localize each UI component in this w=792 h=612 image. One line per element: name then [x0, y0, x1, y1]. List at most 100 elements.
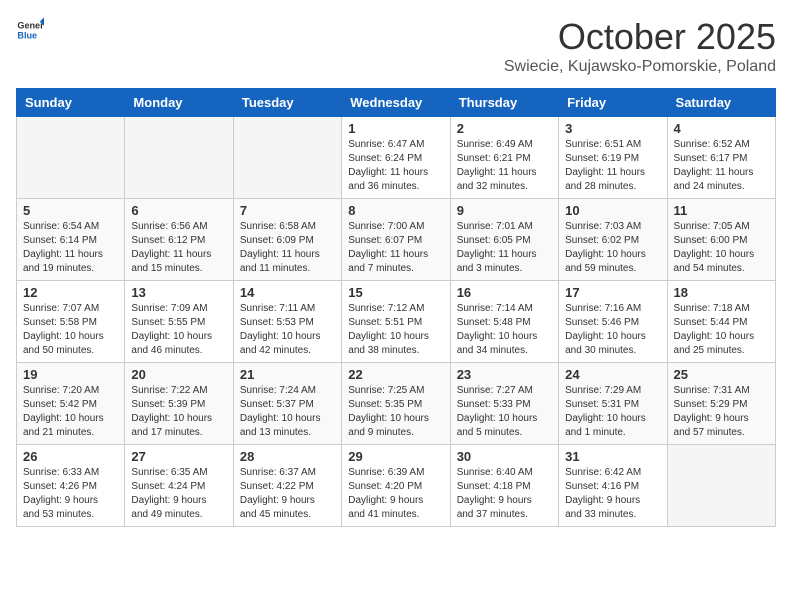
day-number: 2 [457, 121, 552, 136]
calendar-cell: 28 Sunrise: 6:37 AM Sunset: 4:22 PM Dayli… [233, 445, 341, 527]
week-row-3: 19Sunrise: 7:20 AM Sunset: 5:42 PM Dayli… [17, 363, 776, 445]
day-header-thursday: Thursday [450, 89, 558, 117]
day-detail: Sunrise: 7:03 AM Sunset: 6:02 PM Dayligh… [565, 220, 660, 276]
day-number: 30 [457, 449, 552, 464]
calendar-cell: 1 Sunrise: 6:47 AM Sunset: 6:24 PM Daylig… [342, 117, 450, 199]
day-detail: Sunrise: 7:29 AM Sunset: 5:31 PM Dayligh… [565, 384, 660, 440]
day-number: 11 [674, 203, 769, 218]
day-number: 15 [348, 285, 443, 300]
day-detail: Sunrise: 6:49 AM Sunset: 6:21 PM Dayligh… [457, 138, 552, 194]
calendar-cell: 8 Sunrise: 7:00 AM Sunset: 6:07 PM Daylig… [342, 199, 450, 281]
day-number: 20 [131, 367, 226, 382]
day-number: 31 [565, 449, 660, 464]
header: General Blue October 2025 Swiecie, Kujaw… [16, 16, 776, 76]
calendar-cell: 19Sunrise: 7:20 AM Sunset: 5:42 PM Dayli… [17, 363, 125, 445]
day-detail: Sunrise: 7:24 AM Sunset: 5:37 PM Dayligh… [240, 384, 335, 440]
calendar-cell: 4 Sunrise: 6:52 AM Sunset: 6:17 PM Daylig… [667, 117, 775, 199]
day-detail: Sunrise: 7:16 AM Sunset: 5:46 PM Dayligh… [565, 302, 660, 358]
day-number: 7 [240, 203, 335, 218]
day-detail: Sunrise: 7:00 AM Sunset: 6:07 PM Dayligh… [348, 220, 443, 276]
calendar-cell: 9Sunrise: 7:01 AM Sunset: 6:05 PM Daylig… [450, 199, 558, 281]
calendar-cell: 13 Sunrise: 7:09 AM Sunset: 5:55 PM Dayli… [125, 281, 233, 363]
day-number: 24 [565, 367, 660, 382]
day-number: 19 [23, 367, 118, 382]
calendar-cell: 21 Sunrise: 7:24 AM Sunset: 5:37 PM Dayli… [233, 363, 341, 445]
month-title: October 2025 [504, 16, 776, 58]
calendar-cell: 16 Sunrise: 7:14 AM Sunset: 5:48 PM Dayli… [450, 281, 558, 363]
day-detail: Sunrise: 6:37 AM Sunset: 4:22 PM Dayligh… [240, 466, 335, 522]
day-number: 28 [240, 449, 335, 464]
day-detail: Sunrise: 7:05 AM Sunset: 6:00 PM Dayligh… [674, 220, 769, 276]
calendar-cell: 12 Sunrise: 7:07 AM Sunset: 5:58 PM Dayli… [17, 281, 125, 363]
svg-text:Blue: Blue [17, 30, 37, 40]
day-number: 10 [565, 203, 660, 218]
calendar-cell [233, 117, 341, 199]
day-detail: Sunrise: 7:01 AM Sunset: 6:05 PM Dayligh… [457, 220, 552, 276]
day-detail: Sunrise: 6:39 AM Sunset: 4:20 PM Dayligh… [348, 466, 443, 522]
day-header-tuesday: Tuesday [233, 89, 341, 117]
day-detail: Sunrise: 7:07 AM Sunset: 5:58 PM Dayligh… [23, 302, 118, 358]
calendar-cell: 20 Sunrise: 7:22 AM Sunset: 5:39 PM Dayli… [125, 363, 233, 445]
day-detail: Sunrise: 6:47 AM Sunset: 6:24 PM Dayligh… [348, 138, 443, 194]
day-header-friday: Friday [559, 89, 667, 117]
calendar-cell: 5Sunrise: 6:54 AM Sunset: 6:14 PM Daylig… [17, 199, 125, 281]
day-number: 5 [23, 203, 118, 218]
day-detail: Sunrise: 7:12 AM Sunset: 5:51 PM Dayligh… [348, 302, 443, 358]
day-header-saturday: Saturday [667, 89, 775, 117]
calendar-cell: 23Sunrise: 7:27 AM Sunset: 5:33 PM Dayli… [450, 363, 558, 445]
day-number: 12 [23, 285, 118, 300]
calendar-cell: 14Sunrise: 7:11 AM Sunset: 5:53 PM Dayli… [233, 281, 341, 363]
logo-icon: General Blue [16, 16, 44, 44]
day-header-wednesday: Wednesday [342, 89, 450, 117]
calendar-cell: 2 Sunrise: 6:49 AM Sunset: 6:21 PM Daylig… [450, 117, 558, 199]
day-detail: Sunrise: 7:22 AM Sunset: 5:39 PM Dayligh… [131, 384, 226, 440]
day-detail: Sunrise: 7:09 AM Sunset: 5:55 PM Dayligh… [131, 302, 226, 358]
day-number: 17 [565, 285, 660, 300]
svg-text:General: General [17, 21, 44, 31]
calendar-cell: 29 Sunrise: 6:39 AM Sunset: 4:20 PM Dayli… [342, 445, 450, 527]
calendar-cell: 22 Sunrise: 7:25 AM Sunset: 5:35 PM Dayli… [342, 363, 450, 445]
day-detail: Sunrise: 6:42 AM Sunset: 4:16 PM Dayligh… [565, 466, 660, 522]
day-number: 16 [457, 285, 552, 300]
day-detail: Sunrise: 7:14 AM Sunset: 5:48 PM Dayligh… [457, 302, 552, 358]
calendar-cell: 25 Sunrise: 7:31 AM Sunset: 5:29 PM Dayli… [667, 363, 775, 445]
day-detail: Sunrise: 6:56 AM Sunset: 6:12 PM Dayligh… [131, 220, 226, 276]
day-number: 8 [348, 203, 443, 218]
logo: General Blue [16, 16, 44, 44]
day-number: 1 [348, 121, 443, 136]
week-row-2: 12 Sunrise: 7:07 AM Sunset: 5:58 PM Dayli… [17, 281, 776, 363]
calendar-cell: 6 Sunrise: 6:56 AM Sunset: 6:12 PM Daylig… [125, 199, 233, 281]
day-number: 22 [348, 367, 443, 382]
day-detail: Sunrise: 7:25 AM Sunset: 5:35 PM Dayligh… [348, 384, 443, 440]
day-number: 6 [131, 203, 226, 218]
day-detail: Sunrise: 6:35 AM Sunset: 4:24 PM Dayligh… [131, 466, 226, 522]
calendar-cell [17, 117, 125, 199]
calendar-cell: 24 Sunrise: 7:29 AM Sunset: 5:31 PM Dayli… [559, 363, 667, 445]
day-detail: Sunrise: 6:52 AM Sunset: 6:17 PM Dayligh… [674, 138, 769, 194]
day-number: 26 [23, 449, 118, 464]
day-detail: Sunrise: 6:51 AM Sunset: 6:19 PM Dayligh… [565, 138, 660, 194]
day-detail: Sunrise: 7:27 AM Sunset: 5:33 PM Dayligh… [457, 384, 552, 440]
day-number: 18 [674, 285, 769, 300]
day-number: 27 [131, 449, 226, 464]
calendar-cell: 31 Sunrise: 6:42 AM Sunset: 4:16 PM Dayli… [559, 445, 667, 527]
calendar-cell: 11 Sunrise: 7:05 AM Sunset: 6:00 PM Dayli… [667, 199, 775, 281]
calendar-cell [125, 117, 233, 199]
day-header-monday: Monday [125, 89, 233, 117]
day-number: 3 [565, 121, 660, 136]
week-row-1: 5Sunrise: 6:54 AM Sunset: 6:14 PM Daylig… [17, 199, 776, 281]
title-area: October 2025 Swiecie, Kujawsko-Pomorskie… [504, 16, 776, 76]
calendar-cell: 15 Sunrise: 7:12 AM Sunset: 5:51 PM Dayli… [342, 281, 450, 363]
day-number: 13 [131, 285, 226, 300]
day-number: 21 [240, 367, 335, 382]
day-number: 4 [674, 121, 769, 136]
day-detail: Sunrise: 7:18 AM Sunset: 5:44 PM Dayligh… [674, 302, 769, 358]
day-number: 29 [348, 449, 443, 464]
calendar-cell: 3 Sunrise: 6:51 AM Sunset: 6:19 PM Daylig… [559, 117, 667, 199]
day-number: 25 [674, 367, 769, 382]
day-detail: Sunrise: 7:11 AM Sunset: 5:53 PM Dayligh… [240, 302, 335, 358]
calendar-cell: 26 Sunrise: 6:33 AM Sunset: 4:26 PM Dayli… [17, 445, 125, 527]
calendar-cell: 17 Sunrise: 7:16 AM Sunset: 5:46 PM Dayli… [559, 281, 667, 363]
day-detail: Sunrise: 7:31 AM Sunset: 5:29 PM Dayligh… [674, 384, 769, 440]
day-detail: Sunrise: 6:33 AM Sunset: 4:26 PM Dayligh… [23, 466, 118, 522]
